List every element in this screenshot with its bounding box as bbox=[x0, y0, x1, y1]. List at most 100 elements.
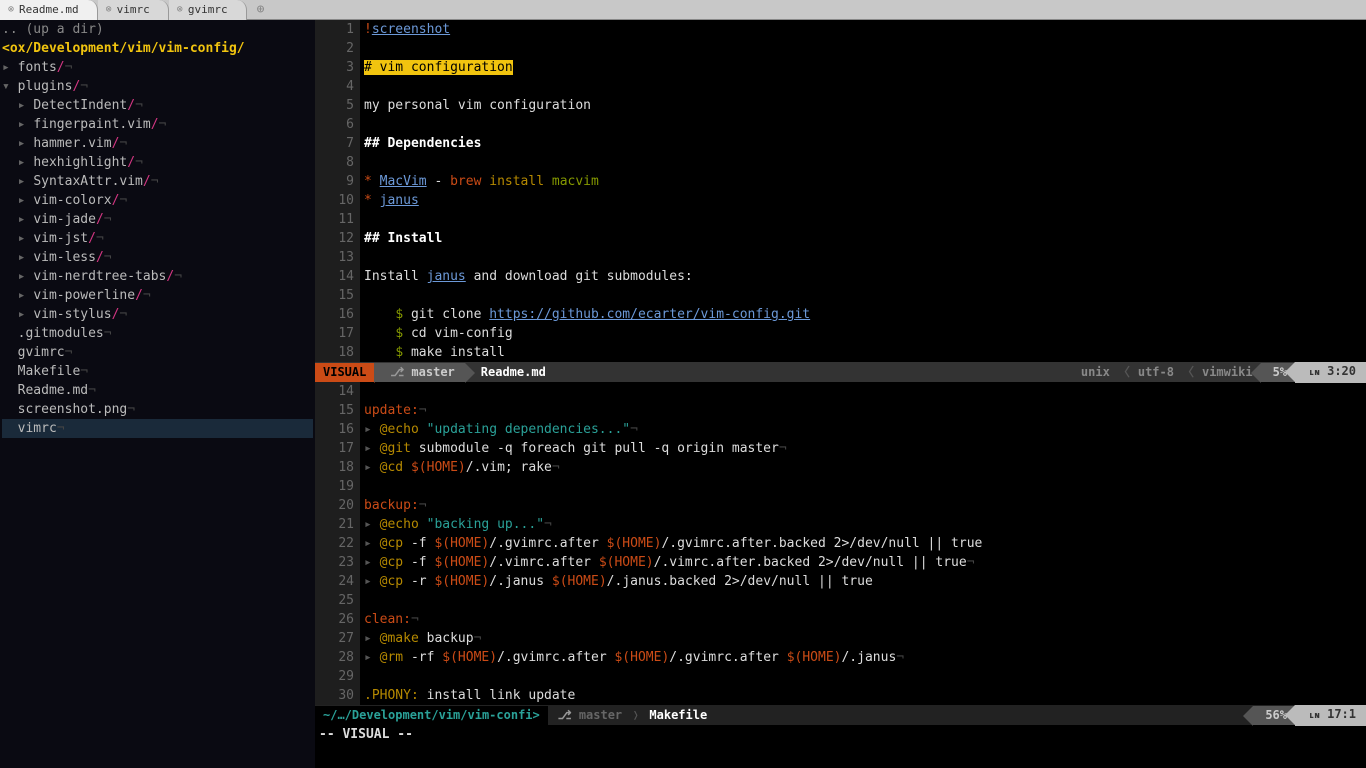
code-line[interactable]: ▸ @cp -r $(HOME)/.janus $(HOME)/.janus.b… bbox=[364, 572, 1366, 591]
code-line[interactable] bbox=[364, 77, 1366, 96]
code-line[interactable] bbox=[364, 382, 1366, 401]
code-line[interactable]: * janus bbox=[364, 191, 1366, 210]
filename-segment: Readme.md bbox=[465, 363, 556, 382]
code-line[interactable] bbox=[364, 210, 1366, 229]
dir-fingerpaint.vim[interactable]: ▸ fingerpaint.vim/¬ bbox=[2, 115, 313, 134]
code-line[interactable]: ▸ @make backup¬ bbox=[364, 629, 1366, 648]
position: ʟɴ 3:20 bbox=[1295, 362, 1366, 383]
code-line[interactable] bbox=[364, 591, 1366, 610]
current-path: <ox/Development/vim/vim-config/ bbox=[2, 39, 313, 58]
code-line[interactable]: ▸ @cd $(HOME)/.vim; rake¬ bbox=[364, 458, 1366, 477]
dir-detectindent[interactable]: ▸ DetectIndent/¬ bbox=[2, 96, 313, 115]
line-number: 29 bbox=[315, 667, 354, 686]
line-number: 22 bbox=[315, 534, 354, 553]
branch-name: master bbox=[411, 365, 454, 379]
fileformat: unix bbox=[1073, 363, 1118, 382]
statusline-bottom: ~/…/Development/vim/vim-confi> ⎇ master … bbox=[315, 705, 1366, 725]
code-line[interactable]: ▸ @git submodule -q foreach git pull -q … bbox=[364, 439, 1366, 458]
tab-label: Readme.md bbox=[19, 0, 79, 19]
code-line[interactable] bbox=[364, 115, 1366, 134]
line-number: 7 bbox=[315, 134, 354, 153]
tab-gvimrc[interactable]: ⊗ gvimrc bbox=[169, 0, 247, 20]
line-number: 24 bbox=[315, 572, 354, 591]
line-col: 17:1 bbox=[1327, 707, 1356, 721]
dir-vim-powerline[interactable]: ▸ vim-powerline/¬ bbox=[2, 286, 313, 305]
code-line[interactable]: ▸ @rm -rf $(HOME)/.gvimrc.after $(HOME)/… bbox=[364, 648, 1366, 667]
dir-fonts[interactable]: ▸ fonts/¬ bbox=[2, 58, 313, 77]
code-line[interactable] bbox=[364, 667, 1366, 686]
line-number: 14 bbox=[315, 267, 354, 286]
file-screenshot.png[interactable]: screenshot.png¬ bbox=[2, 400, 313, 419]
code-line[interactable]: ▸ @cp -f $(HOME)/.gvimrc.after $(HOME)/.… bbox=[364, 534, 1366, 553]
content[interactable]: !screenshot # vim configuration my perso… bbox=[360, 20, 1366, 362]
main-area: .. (up a dir) <ox/Development/vim/vim-co… bbox=[0, 20, 1366, 768]
up-dir[interactable]: .. (up a dir) bbox=[2, 20, 313, 39]
mode-indicator: VISUAL bbox=[315, 363, 374, 382]
code-line[interactable]: ▸ @echo "backing up..."¬ bbox=[364, 515, 1366, 534]
file-makefile[interactable]: Makefile¬ bbox=[2, 362, 313, 381]
line-number: 6 bbox=[315, 115, 354, 134]
file-gvimrc[interactable]: gvimrc¬ bbox=[2, 343, 313, 362]
nerdtree-sidebar[interactable]: .. (up a dir) <ox/Development/vim/vim-co… bbox=[0, 20, 315, 768]
code-line[interactable] bbox=[364, 153, 1366, 172]
filename-segment: Makefile bbox=[639, 706, 717, 725]
code-line[interactable]: backup:¬ bbox=[364, 496, 1366, 515]
line-number: 16 bbox=[315, 305, 354, 324]
code-line[interactable]: $ cd vim-config bbox=[364, 324, 1366, 343]
code-line[interactable]: !screenshot bbox=[364, 20, 1366, 39]
file-vimrc[interactable]: vimrc¬ bbox=[2, 419, 313, 438]
line-number: 18 bbox=[315, 458, 354, 477]
code-line[interactable] bbox=[364, 39, 1366, 58]
line-number: 2 bbox=[315, 39, 354, 58]
code-line[interactable]: ## Install bbox=[364, 229, 1366, 248]
file-.gitmodules[interactable]: .gitmodules¬ bbox=[2, 324, 313, 343]
dir-hammer.vim[interactable]: ▸ hammer.vim/¬ bbox=[2, 134, 313, 153]
code-line[interactable]: $ git clone https://github.com/ecarter/v… bbox=[364, 305, 1366, 324]
line-number: 18 bbox=[315, 343, 354, 362]
new-tab-button[interactable]: ⊕ bbox=[247, 0, 275, 19]
command-line: -- VISUAL -- bbox=[315, 725, 1366, 744]
code-line[interactable]: # vim configuration bbox=[364, 58, 1366, 77]
file-readme.md[interactable]: Readme.md¬ bbox=[2, 381, 313, 400]
line-number: 14 bbox=[315, 382, 354, 401]
close-icon[interactable]: ⊗ bbox=[177, 0, 183, 19]
close-icon[interactable]: ⊗ bbox=[106, 0, 112, 19]
code-line[interactable]: ▸ @cp -f $(HOME)/.vimrc.after $(HOME)/.v… bbox=[364, 553, 1366, 572]
code-line[interactable]: clean:¬ bbox=[364, 610, 1366, 629]
code-line[interactable] bbox=[364, 248, 1366, 267]
code-line[interactable]: .PHONY: install link update bbox=[364, 686, 1366, 705]
code-line[interactable] bbox=[364, 477, 1366, 496]
editor-area: 123456789101112131415161718 !screenshot … bbox=[315, 20, 1366, 768]
dir-vim-less[interactable]: ▸ vim-less/¬ bbox=[2, 248, 313, 267]
line-number: 10 bbox=[315, 191, 354, 210]
code-line[interactable]: Install janus and download git submodule… bbox=[364, 267, 1366, 286]
code-line[interactable] bbox=[364, 286, 1366, 305]
top-pane: 123456789101112131415161718 !screenshot … bbox=[315, 20, 1366, 382]
position: ʟɴ 17:1 bbox=[1295, 705, 1366, 726]
dir-syntaxattr.vim[interactable]: ▸ SyntaxAttr.vim/¬ bbox=[2, 172, 313, 191]
dir-vim-jade[interactable]: ▸ vim-jade/¬ bbox=[2, 210, 313, 229]
code-line[interactable]: $ make install bbox=[364, 343, 1366, 362]
dir-hexhighlight[interactable]: ▸ hexhighlight/¬ bbox=[2, 153, 313, 172]
code-line[interactable]: * MacVim - brew install macvim bbox=[364, 172, 1366, 191]
code-line[interactable]: my personal vim configuration bbox=[364, 96, 1366, 115]
readme-buffer[interactable]: 123456789101112131415161718 !screenshot … bbox=[315, 20, 1366, 362]
line-number: 9 bbox=[315, 172, 354, 191]
content[interactable]: update:¬▸ @echo "updating dependencies..… bbox=[360, 382, 1366, 705]
dir-plugins[interactable]: ▾ plugins/¬ bbox=[2, 77, 313, 96]
tab-vimrc[interactable]: ⊗vimrc bbox=[98, 0, 169, 20]
dir-vim-nerdtree-tabs[interactable]: ▸ vim-nerdtree-tabs/¬ bbox=[2, 267, 313, 286]
tab-label: gvimrc bbox=[188, 0, 228, 19]
dir-vim-colorx[interactable]: ▸ vim-colorx/¬ bbox=[2, 191, 313, 210]
code-line[interactable]: ▸ @echo "updating dependencies..."¬ bbox=[364, 420, 1366, 439]
makefile-buffer[interactable]: 1415161718192021222324252627282930 updat… bbox=[315, 382, 1366, 705]
dir-vim-jst[interactable]: ▸ vim-jst/¬ bbox=[2, 229, 313, 248]
branch-segment: ⎇ master bbox=[548, 706, 632, 725]
tab-readme-md[interactable]: ⊗ Readme.md bbox=[0, 0, 98, 20]
close-icon[interactable]: ⊗ bbox=[8, 0, 14, 19]
line-number: 3 bbox=[315, 58, 354, 77]
code-line[interactable]: ## Dependencies bbox=[364, 134, 1366, 153]
code-line[interactable]: update:¬ bbox=[364, 401, 1366, 420]
dir-vim-stylus[interactable]: ▸ vim-stylus/¬ bbox=[2, 305, 313, 324]
line-number: 27 bbox=[315, 629, 354, 648]
